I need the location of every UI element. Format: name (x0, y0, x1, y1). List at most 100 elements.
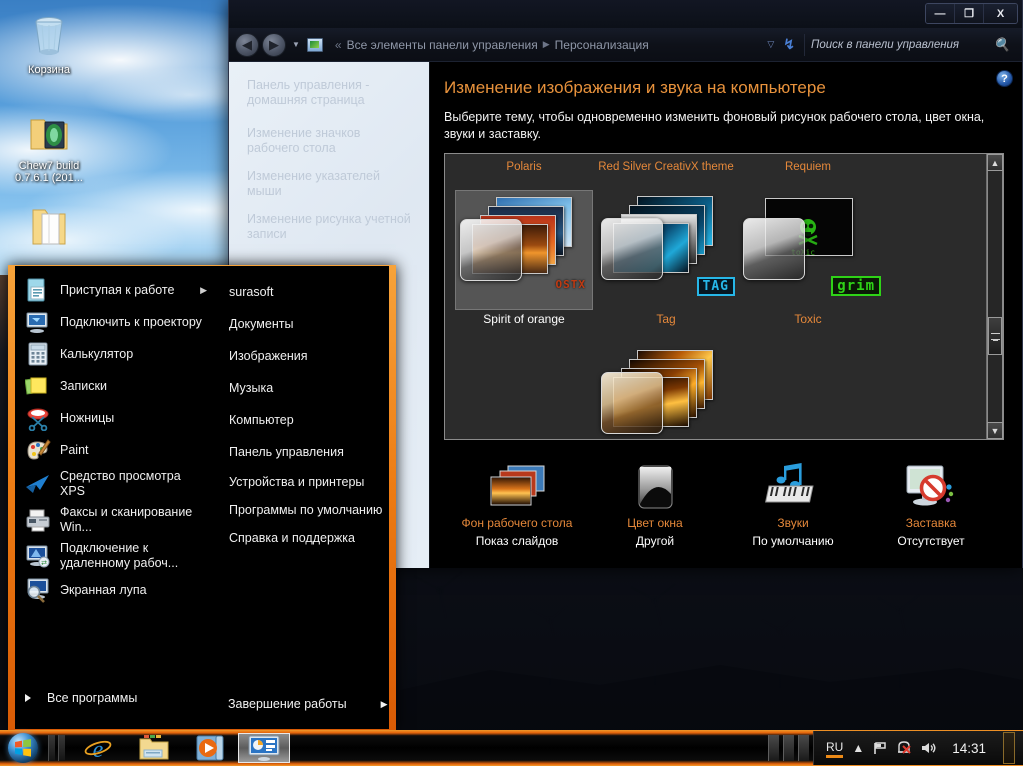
shutdown-button[interactable]: Завершение работы ▶ (228, 697, 388, 711)
start-item-xps-viewer[interactable]: Средство просмотра XPS (15, 466, 215, 502)
breadcrumb[interactable]: « Все элементы панели управления ▶ Персо… (329, 34, 801, 56)
action-center-icon[interactable] (897, 741, 912, 755)
themes-scrollbar[interactable]: ▲ ▼ (986, 154, 1003, 439)
start-place-user[interactable]: surasoft (225, 276, 389, 308)
start-item-label: Экранная лупа (60, 583, 147, 598)
start-item-label: Калькулятор (60, 347, 133, 362)
breadcrumb-overflow-icon[interactable]: « (335, 38, 342, 52)
setting-label[interactable]: Заставка (862, 516, 1000, 530)
maximize-button[interactable]: ❐ (955, 4, 984, 23)
setting-desktop-background[interactable]: Фон рабочего стола Показ слайдов (448, 456, 586, 548)
taskbar-button-explorer[interactable] (126, 733, 182, 763)
start-place-documents[interactable]: Документы (225, 308, 389, 340)
search-box[interactable]: Поиск в панели управления 🔍 (804, 34, 1016, 56)
scrollbar-thumb[interactable] (988, 317, 1002, 355)
nav-link-account-picture[interactable]: Изменение рисунка учетной записи (247, 212, 415, 242)
start-place-control-panel[interactable]: Панель управления (225, 436, 389, 468)
personalization-settings: Фон рабочего стола Показ слайдов (444, 456, 1004, 548)
start-item-sticky-notes[interactable]: Записки (15, 370, 215, 402)
start-item-snipping-tool[interactable]: Ножницы (15, 402, 215, 434)
themes-list[interactable]: Polaris OSTX (444, 153, 1004, 440)
breadcrumb-item-0[interactable]: Все элементы панели управления (347, 38, 538, 52)
start-item-calculator[interactable]: Калькулятор (15, 338, 215, 370)
nav-link-mouse-pointers[interactable]: Изменение указателей мыши (247, 169, 415, 199)
forward-button[interactable]: ▶ (262, 33, 286, 57)
desktop-icon-recycle-bin[interactable]: Корзина (6, 12, 92, 76)
breadcrumb-separator-icon: ▶ (543, 39, 550, 50)
setting-value: Отсутствует (862, 534, 1000, 548)
theme-group-label: Polaris (453, 160, 595, 190)
start-place-music[interactable]: Музыка (225, 372, 389, 404)
theme-thumbnail[interactable] (597, 344, 735, 439)
nav-link-home[interactable]: Панель управления - домашняя страница (247, 78, 415, 108)
language-indicator[interactable]: RU (826, 740, 843, 757)
show-hidden-icons-button[interactable]: ▲ (852, 741, 864, 755)
taskbar-button-media-player[interactable] (182, 733, 238, 763)
theme-item[interactable]: Polaris OSTX (453, 156, 595, 326)
minimize-button[interactable]: — (926, 4, 955, 23)
setting-label[interactable]: Цвет окна (586, 516, 724, 530)
theme-item[interactable]: Red Silver CreativX theme (595, 156, 737, 326)
window-titlebar[interactable]: — ❐ X (229, 0, 1022, 28)
start-item-getting-started[interactable]: Приступая к работе ▶ (15, 274, 215, 306)
start-place-help-support[interactable]: Справка и поддержка (225, 524, 389, 552)
start-item-paint[interactable]: Paint (15, 434, 215, 466)
show-desktop-button[interactable] (1003, 732, 1015, 764)
start-item-label: Средство просмотра XPS (60, 469, 207, 499)
start-place-pictures[interactable]: Изображения (225, 340, 389, 372)
shutdown-arrow-icon[interactable]: ▶ (381, 699, 388, 710)
back-button[interactable]: ◀ (235, 33, 259, 57)
setting-label[interactable]: Звуки (724, 516, 862, 530)
shutdown-label: Завершение работы (228, 697, 347, 711)
refresh-icon[interactable]: ↯ (783, 36, 795, 53)
setting-window-color[interactable]: Цвет окна Другой (586, 456, 724, 548)
volume-icon[interactable] (921, 741, 937, 755)
theme-thumbnail[interactable]: toXic grim (739, 190, 877, 310)
start-item-label: Факсы и сканирование Win... (60, 505, 207, 535)
page-description: Выберите тему, чтобы одновременно измени… (444, 109, 992, 143)
scroll-up-button[interactable]: ▲ (987, 154, 1003, 171)
all-programs-button[interactable]: Все программы (15, 685, 215, 711)
desktop-icon-folder[interactable] (6, 202, 92, 266)
theme-name: Toxic (737, 312, 879, 326)
scrollbar-track[interactable] (987, 171, 1003, 422)
svg-text:⇄: ⇄ (41, 560, 47, 567)
setting-sounds[interactable]: Звуки По умолчанию (724, 456, 862, 548)
setting-screensaver[interactable]: Заставка Отсутствует (862, 456, 1000, 548)
theme-item[interactable]: Win7 flame theme (595, 340, 737, 439)
start-place-computer[interactable]: Компьютер (225, 404, 389, 436)
start-item-connect-projector[interactable]: Подключить к проектору (15, 306, 215, 338)
setting-label[interactable]: Фон рабочего стола (448, 516, 586, 530)
clock[interactable]: 14:31 (952, 741, 986, 756)
theme-glass-preview (743, 218, 805, 280)
start-item-magnifier[interactable]: Экранная лупа (15, 574, 215, 606)
scroll-down-button[interactable]: ▼ (987, 422, 1003, 439)
help-icon[interactable]: ? (996, 70, 1013, 87)
start-item-remote-desktop[interactable]: ⇄ Подключение к удаленному рабоч... (15, 538, 215, 574)
desktop-icon-chew7[interactable]: Chew7 build 0.7.6.1 (201... (6, 108, 92, 184)
start-place-devices-printers[interactable]: Устройства и принтеры (225, 468, 389, 496)
taskbar-button-internet-explorer[interactable]: e (70, 733, 126, 763)
breadcrumb-dropdown-icon[interactable]: ▽ (767, 39, 778, 50)
breadcrumb-item-1[interactable]: Персонализация (555, 38, 649, 52)
internet-explorer-icon: e (83, 735, 113, 761)
network-flag-icon[interactable] (873, 742, 888, 755)
start-item-fax-scan[interactable]: Факсы и сканирование Win... (15, 502, 215, 538)
taskbar-button-control-panel[interactable] (238, 733, 290, 763)
theme-glass-preview (601, 372, 663, 434)
chew7-folder-icon (6, 108, 92, 156)
theme-thumbnail[interactable]: OSTX (455, 190, 593, 310)
start-button[interactable] (0, 731, 46, 765)
themes-scroll-area: Polaris OSTX (445, 154, 986, 439)
start-place-default-programs[interactable]: Программы по умолчанию (225, 496, 389, 524)
start-item-label: Приступая к работе (60, 283, 174, 298)
theme-thumbnail[interactable]: TAG (597, 190, 735, 310)
close-button[interactable]: X (984, 4, 1017, 23)
nav-link-desktop-icons[interactable]: Изменение значков рабочего стола (247, 126, 415, 156)
calculator-icon (25, 341, 51, 367)
window-color-icon (586, 456, 724, 510)
theme-item[interactable]: Requiem (737, 156, 879, 326)
start-menu[interactable]: Приступая к работе ▶ Подключить к проект… (8, 265, 396, 730)
history-dropdown-icon[interactable]: ▼ (289, 40, 303, 49)
submenu-arrow-icon[interactable]: ▶ (200, 283, 207, 298)
